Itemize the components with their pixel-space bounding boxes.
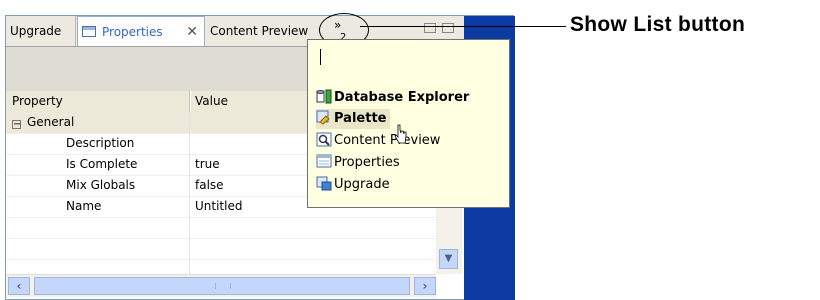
popup-item-label: Properties [334,155,400,170]
popup-item-label: Upgrade [334,177,390,192]
maximize-icon[interactable] [442,23,454,33]
collapse-icon[interactable]: − [12,120,21,130]
popup-item-upgrade[interactable]: Upgrade [316,175,390,195]
tab-content-preview[interactable]: Content Preview [206,16,310,46]
close-icon[interactable]: ✕ [186,17,198,47]
scroll-thumb[interactable] [34,277,410,295]
properties-icon [82,26,96,37]
property-name: Is Complete [6,154,190,175]
horizontal-scrollbar[interactable]: ‹ › [6,274,436,297]
grip-icon [215,283,231,289]
empty-row [6,217,436,239]
popup-item-label: Palette [334,111,387,126]
scroll-down-icon[interactable]: ▼ [439,249,458,269]
popup-item-database-explorer[interactable]: Database Explorer [316,88,469,108]
column-header-property[interactable]: Property [6,91,190,112]
property-name: Mix Globals [6,175,190,196]
content-preview-icon [316,132,332,147]
property-name: Description [6,133,190,154]
tab-properties-label: Properties [102,25,163,39]
mouse-cursor-icon [394,124,407,144]
popup-item-label: Content Preview [334,133,441,148]
scroll-left-icon[interactable]: ‹ [8,277,30,295]
database-explorer-icon [316,89,332,104]
palette-icon [316,110,330,125]
popup-item-properties[interactable]: Properties [316,153,400,173]
empty-row [6,238,436,260]
popup-item-palette[interactable]: Palette [316,109,391,129]
filter-input[interactable] [314,46,516,68]
callout-line [360,26,566,27]
tab-content-preview-label: Content Preview [210,24,309,38]
view-controls [424,23,460,36]
tab-properties[interactable]: Properties ✕ [77,16,205,46]
popup-item-label: Database Explorer [334,90,470,105]
properties-icon [316,154,332,168]
property-name: Name [6,196,190,217]
group-cell: − General [6,112,190,133]
callout-label: Show List button [570,13,746,36]
show-list-popup: Database Explorer Palette Content Previe… [307,39,516,208]
text-caret [320,49,321,65]
tab-upgrade[interactable]: Upgrade [6,16,76,46]
minimize-icon[interactable] [424,23,436,33]
upgrade-icon [316,176,332,191]
group-label: General [27,115,75,129]
popup-item-content-preview[interactable]: Content Preview [316,131,440,151]
tab-upgrade-label: Upgrade [10,24,62,38]
scroll-right-icon[interactable]: › [414,277,436,295]
